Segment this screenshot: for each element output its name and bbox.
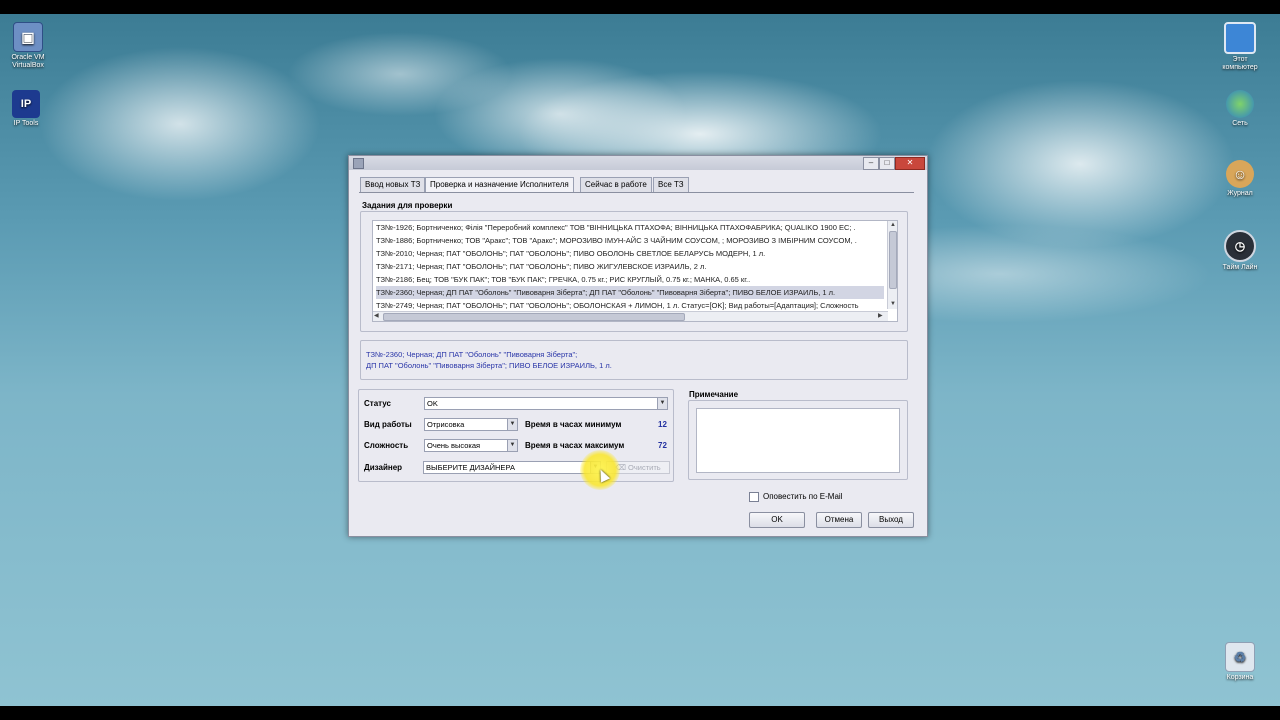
minimize-button[interactable]: – [863,157,879,170]
work-type-select[interactable]: Отрисовка ▼ [424,418,518,431]
detail-panel [360,340,908,380]
status-select[interactable]: OK ▼ [424,397,668,410]
list-item[interactable]: ТЗ№-2010; Черная; ПАТ "ОБОЛОНЬ"; ПАТ "ОБ… [376,247,884,260]
timeline-icon: ◷ [1224,230,1256,262]
tab-divider [359,192,914,193]
work-type-label: Вид работы [364,420,412,429]
maximize-button[interactable]: □ [879,157,895,170]
status-value: OK [427,399,438,408]
iptools-icon: IP [12,90,40,118]
recycle-bin-label: Корзина [1226,674,1254,681]
scroll-up-icon[interactable]: ▲ [890,221,896,229]
chevron-down-icon[interactable]: ▼ [507,440,517,451]
title-bar[interactable]: – □ ✕ [349,156,927,170]
complexity-value: Очень высокая [427,441,481,450]
virtualbox-shortcut[interactable]: ▣ Oracle VM VirtualBox [2,22,54,70]
detail-line-2: ДП ПАТ "Оболонь" "Пивоварня Зіберта"; ПИ… [366,361,612,370]
list-item[interactable]: ТЗ№-1886; Бортниченко; ТОВ "Аракс"; ТОВ … [376,234,884,247]
tasks-list[interactable]: ТЗ№-1926; Бортниченко; Філія "Переробний… [372,220,898,322]
timeline-label: Тайм Лайн [1222,264,1258,271]
status-label: Статус [364,399,391,408]
min-time-label: Время в часах минимум [525,420,622,429]
designer-select[interactable]: ВЫБЕРИТЕ ДИЗАЙНЕРА ▼ [423,461,601,474]
horizontal-scrollbar[interactable]: ◀ ▶ [373,311,888,321]
horizontal-scroll-thumb[interactable] [383,313,685,321]
note-title: Примечание [689,390,739,399]
cancel-button[interactable]: Отмена [816,512,862,528]
virtualbox-label: Oracle VM VirtualBox [11,54,45,69]
recycle-bin-shortcut[interactable]: ♻ Корзина [1214,642,1266,682]
computer-shortcut[interactable]: Этот компьютер [1214,22,1266,72]
notify-email-checkbox[interactable] [749,492,759,502]
min-time-value: 12 [658,420,667,429]
tab-in-progress[interactable]: Сейчас в работе [580,177,652,192]
vertical-scrollbar[interactable]: ▲ ▼ [887,221,897,309]
tasks-group-title: Задания для проверки [362,201,453,210]
app-icon [353,158,364,169]
tab-check-assign[interactable]: Проверка и назначение Исполнителя [425,177,574,193]
network-icon [1226,90,1254,118]
close-button[interactable]: ✕ [895,157,925,170]
tab-all[interactable]: Все ТЗ [653,177,689,192]
recycle-bin-icon: ♻ [1225,642,1255,672]
journal-shortcut[interactable]: ☺ Журнал [1214,160,1266,198]
detail-line-1: ТЗ№-2360; Черная; ДП ПАТ "Оболонь" "Пиво… [366,350,578,359]
exit-button[interactable]: Выход [868,512,914,528]
journal-icon: ☺ [1226,160,1254,188]
scroll-right-icon[interactable]: ▶ [878,312,883,320]
iptools-shortcut[interactable]: IP IP Tools [0,90,52,128]
max-time-label: Время в часах максимум [525,441,625,450]
list-item[interactable]: ТЗ№-2171; Черная; ПАТ "ОБОЛОНЬ"; ПАТ "ОБ… [376,260,884,273]
list-item-selected[interactable]: ТЗ№-2360; Черная; ДП ПАТ "Оболонь" "Пиво… [376,286,884,299]
network-shortcut[interactable]: Сеть [1214,90,1266,128]
notify-email-label: Оповестить по E-Mail [763,492,843,501]
journal-label: Журнал [1227,190,1253,197]
list-item[interactable]: ТЗ№-2186; Бец; ТОВ "БУК ПАК"; ТОВ "БУК П… [376,273,884,286]
vertical-scroll-thumb[interactable] [889,231,897,289]
clear-label: Очистить [628,463,661,472]
computer-label: Этот компьютер [1222,56,1258,71]
list-item[interactable]: ТЗ№-1926; Бортниченко; Філія "Переробний… [376,221,884,234]
scroll-left-icon[interactable]: ◀ [374,312,379,320]
ok-button[interactable]: OK [749,512,805,528]
complexity-label: Сложность [364,441,409,450]
chevron-down-icon[interactable]: ▼ [507,419,517,430]
network-label: Сеть [1232,120,1248,127]
timeline-shortcut[interactable]: ◷ Тайм Лайн [1214,230,1266,272]
note-textarea[interactable] [696,408,900,473]
scroll-down-icon[interactable]: ▼ [890,300,896,308]
virtualbox-icon: ▣ [13,22,43,52]
chevron-down-icon[interactable]: ▼ [657,398,667,409]
designer-label: Дизайнер [364,463,403,472]
tab-input-new[interactable]: Ввод новых ТЗ [360,177,426,192]
iptools-label: IP Tools [13,120,39,127]
complexity-select[interactable]: Очень высокая ▼ [424,439,518,452]
designer-value: ВЫБЕРИТЕ ДИЗАЙНЕРА [426,463,515,472]
work-type-value: Отрисовка [427,420,465,429]
computer-icon [1224,22,1256,54]
max-time-value: 72 [658,441,667,450]
